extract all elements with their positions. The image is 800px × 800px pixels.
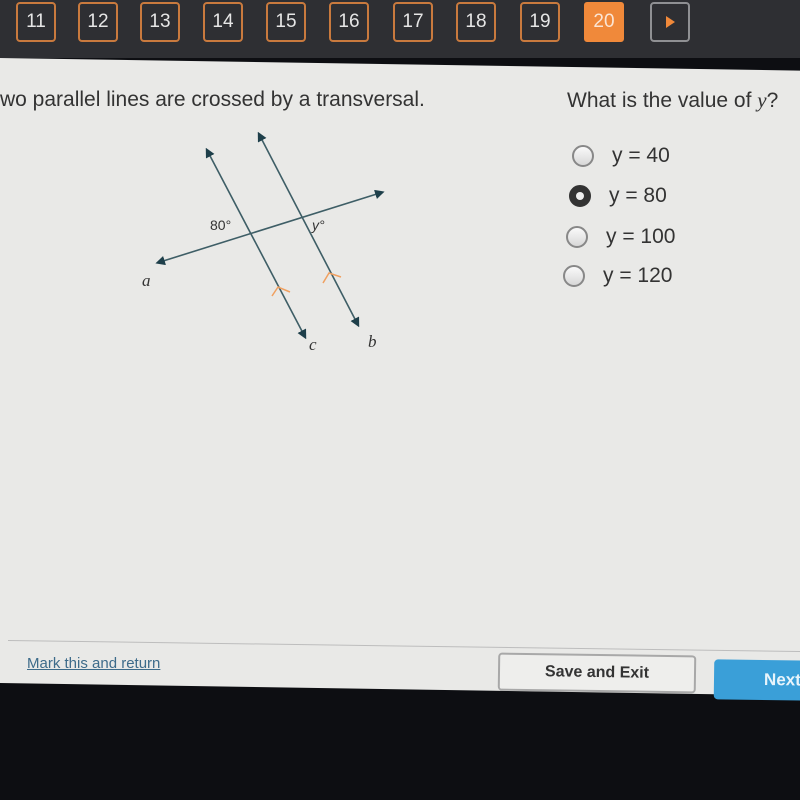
option-label: y = 80: [609, 184, 667, 207]
line-label-b: b: [368, 332, 377, 351]
radio-button-selected[interactable]: [569, 185, 591, 207]
save-and-exit-button[interactable]: Save and Exit: [497, 652, 697, 694]
option-label: y = 100: [606, 225, 676, 248]
radio-button[interactable]: [566, 226, 588, 248]
answer-option-y-100[interactable]: y = 100: [566, 225, 675, 249]
mark-and-return-link[interactable]: Mark this and return: [27, 655, 160, 672]
line-label-c: c: [309, 335, 317, 354]
answer-option-y-120[interactable]: y = 120: [563, 264, 672, 288]
option-label: y = 40: [612, 144, 670, 167]
option-label: y = 120: [603, 264, 673, 287]
answer-option-y-80[interactable]: y = 80: [569, 184, 667, 208]
transversal-line-a: [155, 189, 385, 266]
radio-button[interactable]: [563, 265, 585, 287]
angle-label-80: 80°: [210, 217, 231, 233]
line-label-a: a: [142, 271, 151, 290]
parallel-marker-b: [322, 272, 342, 284]
radio-button[interactable]: [572, 145, 594, 167]
answer-option-y-40[interactable]: y = 40: [572, 144, 670, 168]
angle-label-y: y°: [311, 217, 325, 233]
next-button[interactable]: Next: [713, 659, 800, 701]
parallel-line-b: [257, 131, 360, 328]
parallel-line-c: [205, 147, 307, 340]
